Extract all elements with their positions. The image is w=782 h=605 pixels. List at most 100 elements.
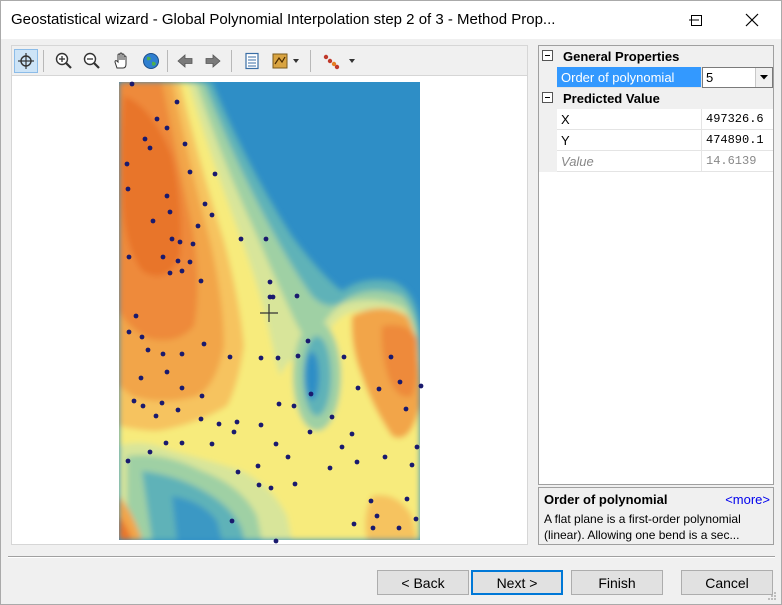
sample-point — [142, 136, 148, 142]
sample-point — [201, 341, 207, 347]
predicted-value: 14.6139 — [702, 151, 773, 172]
sample-point — [147, 449, 153, 455]
sample-point — [169, 236, 175, 242]
sample-point — [163, 440, 169, 446]
prediction-surface-map[interactable] — [12, 76, 527, 544]
map-view[interactable] — [11, 75, 528, 545]
sample-point — [150, 218, 156, 224]
sample-point — [267, 279, 273, 285]
sample-point — [139, 334, 145, 340]
category-label: General Properties — [563, 49, 680, 64]
sample-point — [258, 422, 264, 428]
order-of-polynomial-label[interactable]: Order of polynomial — [557, 67, 702, 88]
window-title: Geostatistical wizard - Global Polynomia… — [11, 11, 556, 28]
sample-point — [258, 355, 264, 361]
pan-hand-icon — [114, 52, 127, 69]
sample-point — [227, 354, 233, 360]
sample-point — [295, 353, 301, 359]
layer-dropdown-icon — [272, 53, 299, 69]
sample-point — [187, 169, 193, 175]
sample-point — [294, 293, 300, 299]
sample-point — [234, 419, 240, 425]
collapse-icon[interactable] — [542, 92, 553, 103]
sample-point — [216, 421, 222, 427]
sample-point — [175, 407, 181, 413]
sample-point — [147, 145, 153, 151]
back-button[interactable]: < Back — [377, 570, 469, 595]
close-icon — [745, 13, 759, 27]
sample-point — [255, 463, 261, 469]
sample-point — [182, 141, 188, 147]
pan-button[interactable] — [109, 49, 133, 73]
dropdown-arrow-icon[interactable] — [755, 68, 772, 87]
sample-point — [179, 385, 185, 391]
y-label: Y — [557, 130, 702, 151]
finish-button[interactable]: Finish — [571, 570, 663, 595]
sample-point — [154, 116, 160, 122]
next-button[interactable]: Next > — [471, 570, 563, 595]
x-label: X — [557, 109, 702, 130]
sample-point — [190, 241, 196, 247]
zoom-out-button[interactable] — [80, 49, 104, 73]
full-extent-button[interactable] — [139, 49, 163, 73]
table-of-contents-button[interactable] — [240, 49, 264, 73]
sample-point — [370, 525, 376, 531]
property-row-order[interactable]: Order of polynomial 5 — [539, 67, 773, 88]
sample-point — [273, 538, 279, 544]
sample-point — [179, 268, 185, 274]
sample-point — [413, 516, 419, 522]
sample-point — [145, 347, 151, 353]
collapse-icon[interactable] — [542, 50, 553, 61]
property-row-x[interactable]: X 497326.6 — [539, 109, 773, 130]
sample-point — [376, 386, 382, 392]
sample-point — [327, 465, 333, 471]
sample-point — [164, 125, 170, 131]
sample-point — [209, 212, 215, 218]
sample-point — [212, 171, 218, 177]
sample-point — [388, 354, 394, 360]
sample-point — [179, 440, 185, 446]
sample-point — [159, 400, 165, 406]
sample-point — [374, 513, 380, 519]
sample-point — [349, 431, 355, 437]
more-link[interactable]: <more> — [725, 492, 770, 507]
category-general-properties[interactable]: General Properties — [539, 46, 773, 67]
sample-point — [167, 270, 173, 276]
sample-point — [355, 385, 361, 391]
sample-point — [198, 416, 204, 422]
layer-dropdown-button[interactable] — [270, 49, 304, 73]
resize-grip-icon[interactable] — [767, 591, 777, 601]
x-value[interactable]: 497326.6 — [702, 109, 773, 130]
sample-point — [403, 406, 409, 412]
identify-tool-button[interactable] — [14, 49, 38, 73]
y-value[interactable]: 474890.1 — [702, 130, 773, 151]
zoom-in-button[interactable] — [52, 49, 76, 73]
sample-point — [409, 462, 415, 468]
sample-point — [268, 485, 274, 491]
sample-point — [153, 413, 159, 419]
sample-point — [195, 223, 201, 229]
sample-point — [341, 354, 347, 360]
sample-point — [167, 209, 173, 215]
sample-point — [308, 391, 314, 397]
sample-point — [276, 401, 282, 407]
sample-point — [235, 469, 241, 475]
close-button[interactable] — [729, 1, 775, 39]
maximize-button[interactable] — [673, 1, 719, 39]
previous-extent-button[interactable] — [173, 49, 197, 73]
cancel-button[interactable]: Cancel — [681, 570, 773, 595]
sample-point — [354, 459, 360, 465]
next-extent-button[interactable] — [201, 49, 225, 73]
sample-point — [397, 379, 403, 385]
sample-point — [209, 441, 215, 447]
zoom-out-icon — [83, 52, 100, 69]
order-of-polynomial-dropdown[interactable]: 5 — [702, 67, 773, 88]
property-row-y[interactable]: Y 474890.1 — [539, 130, 773, 151]
sample-point — [174, 99, 180, 105]
category-predicted-value[interactable]: Predicted Value — [539, 88, 773, 109]
symbology-dropdown-button[interactable] — [321, 49, 359, 73]
sample-point — [126, 329, 132, 335]
sample-point — [164, 369, 170, 375]
order-value: 5 — [706, 70, 714, 85]
sample-point — [231, 429, 237, 435]
